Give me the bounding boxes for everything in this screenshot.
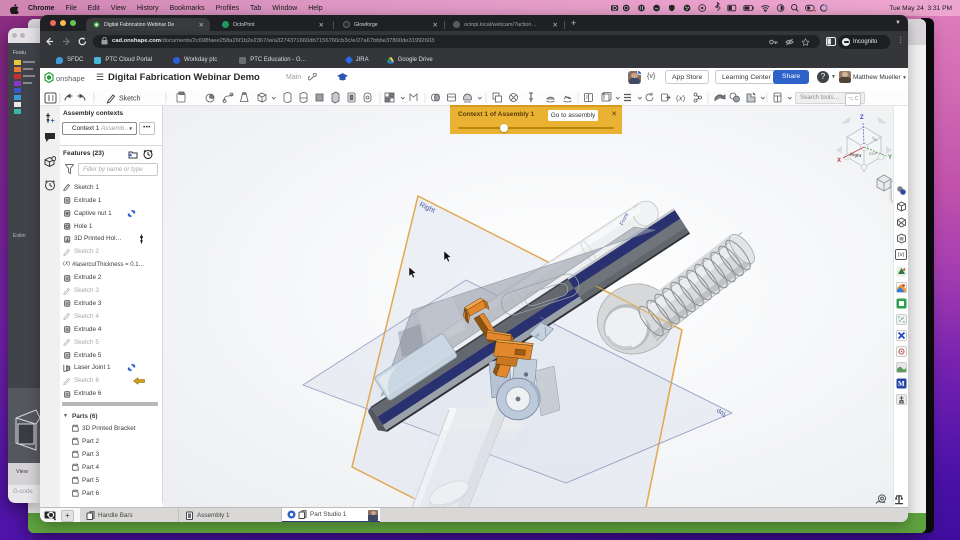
svg-text:Sketch: Sketch [119, 96, 141, 103]
svg-text:Y: Y [888, 155, 892, 161]
svg-text:(𝑥): (𝑥) [676, 94, 686, 103]
svg-text:Z: Z [860, 115, 864, 121]
svg-text:X: X [837, 158, 841, 164]
svg-text:+: + [51, 118, 55, 124]
svg-text:M: M [898, 380, 905, 388]
